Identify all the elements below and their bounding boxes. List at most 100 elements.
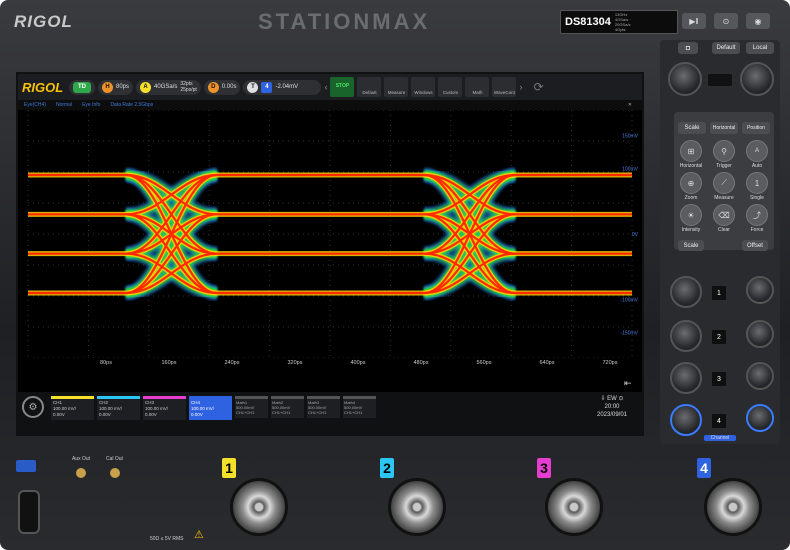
ch3-panel-button[interactable]: 3: [712, 372, 726, 386]
y-tick-label: -150mV: [620, 330, 638, 336]
offset-tab[interactable]: Offset: [742, 240, 768, 251]
wavecont-button[interactable]: WaveCont: [492, 77, 517, 97]
ch1-bnc-connector[interactable]: [230, 478, 288, 536]
custom-button[interactable]: Custom: [438, 77, 463, 97]
ch3-bnc-connector[interactable]: [545, 478, 603, 536]
x-tick-label: 720ps: [603, 360, 618, 366]
x-tick-label: 640ps: [540, 360, 555, 366]
default-button[interactable]: Default: [357, 77, 382, 97]
position-tab[interactable]: Position: [742, 122, 770, 134]
status-clock[interactable]: ⇩ EW ⊙ 20:00 2023/09/01: [588, 395, 636, 419]
channel-box-ch4[interactable]: CH4 100.00 mV/0.00V: [189, 396, 232, 420]
math1-src: CH1+CH1: [236, 410, 255, 415]
math-box-4[interactable]: Math4 500.00mV CH1+CH1: [343, 396, 376, 418]
display-screen: RIGOL TD H 80ps A 40GSa/s 32pts 25ps/pt D 0.0…: [16, 72, 644, 436]
math-button[interactable]: Math: [465, 77, 490, 97]
auto-label: Auto: [751, 163, 763, 169]
channel-label: Channel: [704, 435, 736, 441]
y-tick-label: -100mV: [620, 298, 638, 304]
gear-icon[interactable]: ⚙: [22, 396, 44, 418]
ch2-offset-knob[interactable]: [746, 320, 774, 348]
cal-out-connector[interactable]: [110, 468, 120, 478]
wavecont-label: WaveCont: [494, 90, 515, 95]
zoom-icon[interactable]: ⊕: [680, 172, 702, 194]
delay-pill[interactable]: D 0.00s: [203, 79, 241, 95]
math2-src: CH1+CH1: [272, 410, 291, 415]
clear-icon[interactable]: ⌫: [713, 204, 735, 226]
power-button[interactable]: ◉: [746, 13, 770, 29]
scale-tab[interactable]: Scale: [678, 122, 706, 134]
horizontal-pill[interactable]: H 80ps: [98, 79, 134, 95]
math4-src: CH1+CH1: [344, 410, 363, 415]
screenshot-button[interactable]: ⊙: [714, 13, 738, 29]
horizontal-tab[interactable]: Horizontal: [710, 122, 738, 134]
x-tick-label: 480ps: [414, 360, 429, 366]
auto-icon[interactable]: A: [746, 140, 768, 162]
mode-indicator[interactable]: TD: [69, 79, 95, 95]
ch2-scale-knob[interactable]: [670, 320, 702, 352]
acquire-pill[interactable]: A 40GSa/s 32pts 25ps/pt: [136, 79, 201, 95]
close-icon[interactable]: ✕: [628, 102, 632, 108]
timebase-value: 80ps: [116, 84, 130, 90]
scale-lower-tab[interactable]: Scale: [678, 240, 704, 251]
ch1-scale-knob[interactable]: [670, 276, 702, 308]
menu-collapse-icon[interactable]: ⇤: [624, 378, 632, 388]
aux-out-connector[interactable]: [76, 468, 86, 478]
channel-box-ch1[interactable]: CH1 100.00 mV/0.00V: [51, 396, 94, 420]
channel-bar: ⚙ CH1 100.00 mV/0.00V CH2 100.00 mV/0.00V …: [18, 392, 642, 436]
sample-rate: 40GSa/s: [154, 84, 178, 90]
ch3-scale-knob[interactable]: [670, 362, 702, 394]
multipurpose-knob-b[interactable]: [740, 62, 774, 96]
single-icon[interactable]: 1: [746, 172, 768, 194]
top-toolbar: RIGOL TD H 80ps A 40GSa/s 32pts 25ps/pt D 0.0…: [18, 74, 642, 100]
local-button[interactable]: Local: [746, 42, 774, 54]
plot-grid: [27, 110, 633, 358]
math-box-1[interactable]: Math1 500.00mV CH1+CH1: [235, 396, 268, 418]
camera-icon[interactable]: ◘: [678, 42, 698, 54]
trigger-icon[interactable]: ⚲: [713, 140, 735, 162]
custom-label: Custom: [442, 90, 459, 95]
pts-per-div: 25ps/pt: [180, 87, 197, 93]
power-switch[interactable]: [18, 490, 40, 534]
ch4-scale-knob[interactable]: [670, 404, 702, 436]
channel-box-ch3[interactable]: CH3 100.00 mV/0.00V: [143, 396, 186, 420]
intensity-icon[interactable]: ☀: [680, 204, 702, 226]
chevron-left-icon[interactable]: ‹: [324, 82, 327, 92]
chevron-right-icon[interactable]: ›: [519, 82, 522, 92]
math-box-3[interactable]: Math3 500.00mV CH1+CH1: [307, 396, 340, 418]
measure-button[interactable]: Measure: [384, 77, 409, 97]
y-tick-label: 0V: [632, 232, 639, 238]
multipurpose-knob-a[interactable]: [668, 62, 702, 96]
eye-tab-normal[interactable]: Normal: [56, 102, 72, 108]
y-axis-ticks: 150mV 100mV 0V -100mV -150mV: [620, 134, 638, 337]
ch2-panel-button[interactable]: 2: [712, 330, 726, 344]
math-box-2[interactable]: Math2 500.00mV CH1+CH1: [271, 396, 304, 418]
eye-tab-info[interactable]: Eye Info: [82, 102, 100, 108]
channel-box-ch2[interactable]: CH2 100.00 mV/0.00V: [97, 396, 140, 420]
trigger-channel: 4: [261, 81, 273, 93]
x-tick-label: 400ps: [351, 360, 366, 366]
eye-tab-title[interactable]: Eye(CH4): [24, 102, 46, 108]
run-stop-button[interactable]: STOP: [330, 77, 355, 97]
ch2-bnc-connector[interactable]: [388, 478, 446, 536]
windows-button[interactable]: Windows: [411, 77, 436, 97]
ch1-panel-button[interactable]: 1: [712, 286, 726, 300]
run-stop-top-button[interactable]: ▶‖: [682, 13, 706, 29]
x-tick-label: 160ps: [162, 360, 177, 366]
ch4-panel-button[interactable]: 4: [712, 414, 726, 428]
refresh-icon[interactable]: ⟳: [533, 80, 543, 94]
x-axis-ticks: 80ps 160ps 240ps 320ps 400ps 480ps 560ps 640ps 7…: [100, 360, 618, 366]
zoom-label: Zoom: [684, 195, 698, 201]
trigger-pill[interactable]: T 4 -2.04mV: [243, 79, 322, 95]
ch4-offset-knob[interactable]: [746, 404, 774, 432]
ch4-bnc-connector[interactable]: [704, 478, 762, 536]
default-panel-button[interactable]: Default: [712, 42, 740, 54]
horizontal-icon[interactable]: ⊞: [680, 140, 702, 162]
series-name: STATIONMAX: [258, 9, 431, 34]
ch3-offset-knob[interactable]: [746, 362, 774, 390]
clear-label: Clear: [718, 227, 730, 233]
measure-icon[interactable]: ⟋: [713, 172, 735, 194]
force-icon[interactable]: ⤴: [746, 204, 768, 226]
ch1-offset-knob[interactable]: [746, 276, 774, 304]
usb-port-icon: [16, 460, 36, 472]
